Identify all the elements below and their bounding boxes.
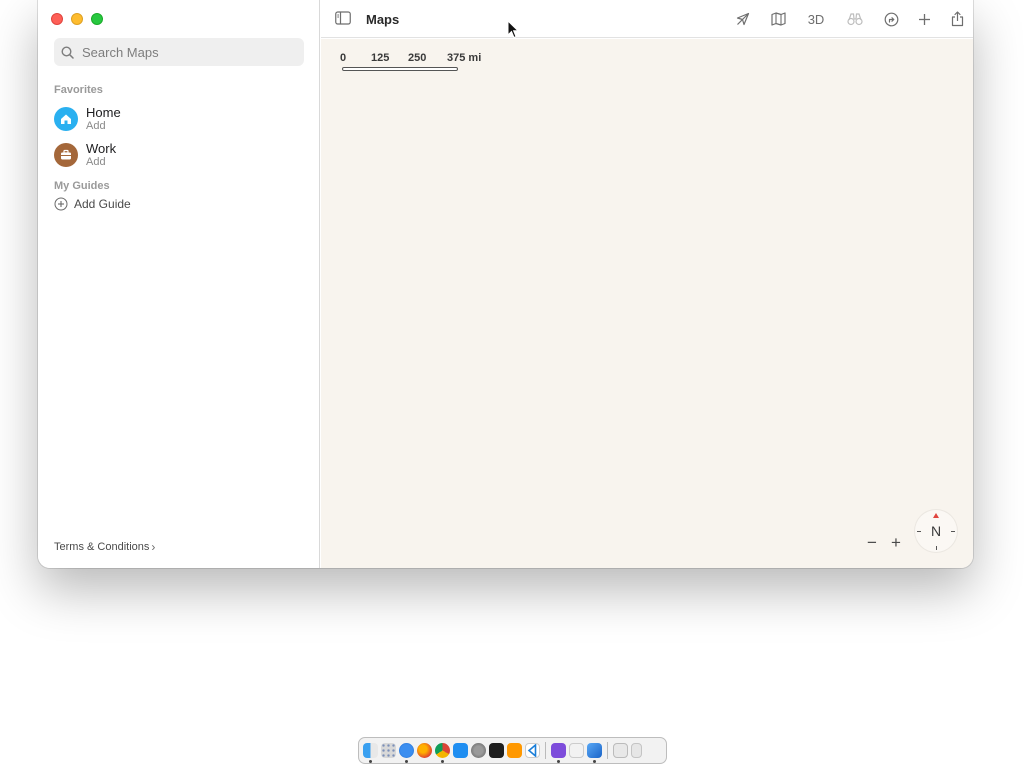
map-canvas[interactable]: 0 125 250 375 mi − + N bbox=[321, 39, 973, 568]
favorite-work-subtitle: Add bbox=[86, 156, 106, 168]
chrome-icon[interactable] bbox=[435, 743, 450, 763]
notes-icon[interactable] bbox=[569, 743, 584, 758]
app-title: Maps bbox=[366, 12, 400, 27]
directions-icon bbox=[884, 12, 898, 26]
zoom-window-button[interactable] bbox=[91, 13, 103, 25]
firefox-icon[interactable] bbox=[417, 743, 432, 758]
scale-label-0: 0 bbox=[340, 52, 347, 64]
search-input[interactable] bbox=[80, 43, 290, 61]
3d-toggle[interactable]: 3D bbox=[802, 9, 830, 29]
scale-label-2: 250 bbox=[408, 52, 427, 64]
main-area: Maps 3D 0 125 250 375 mi − + N bbox=[321, 0, 973, 568]
terms-link[interactable]: Terms & Conditions › bbox=[54, 540, 155, 554]
dock bbox=[358, 737, 667, 764]
zoom-in-button[interactable]: + bbox=[887, 533, 905, 552]
directions-button[interactable] bbox=[881, 9, 901, 29]
favorite-work[interactable]: Work Add bbox=[54, 140, 116, 170]
app-store-icon[interactable] bbox=[453, 743, 468, 758]
scale-label-1: 125 bbox=[371, 52, 390, 64]
compass[interactable]: N bbox=[915, 510, 957, 552]
dock-separator bbox=[545, 742, 546, 759]
trash-icon[interactable] bbox=[631, 743, 642, 758]
share-button[interactable] bbox=[947, 9, 967, 29]
add-icon bbox=[918, 13, 930, 25]
location-button[interactable] bbox=[733, 9, 753, 29]
my-guides-header: My Guides bbox=[54, 180, 110, 192]
chevron-right-icon: › bbox=[151, 540, 156, 554]
unknown-app-purple-icon[interactable] bbox=[551, 743, 566, 763]
scale-label-3: 375 mi bbox=[447, 52, 482, 64]
map-mode-button[interactable] bbox=[768, 9, 788, 29]
add-guide-label: Add Guide bbox=[74, 197, 131, 211]
mouse-pointer-icon bbox=[507, 20, 519, 39]
maps-window: Favorites Home Add bbox=[38, 0, 973, 568]
minimize-window-button[interactable] bbox=[71, 13, 83, 25]
dock-separator bbox=[607, 742, 608, 759]
finder-icon[interactable] bbox=[363, 743, 378, 763]
search-field[interactable] bbox=[54, 38, 304, 66]
compass-tick-south bbox=[936, 546, 937, 550]
add-guide-button[interactable]: Add Guide bbox=[54, 197, 131, 211]
launchpad-icon[interactable] bbox=[381, 743, 396, 758]
favorite-home-subtitle: Add bbox=[86, 120, 106, 132]
compass-tick-west bbox=[917, 531, 921, 532]
traffic-lights bbox=[51, 13, 103, 25]
scale-bar: 0 125 250 375 mi bbox=[340, 52, 500, 71]
toolbar: Maps 3D bbox=[321, 0, 973, 38]
scale-bar-line bbox=[342, 67, 458, 71]
add-button[interactable] bbox=[914, 9, 934, 29]
sidebar: Favorites Home Add bbox=[38, 0, 320, 568]
preview-icon[interactable] bbox=[613, 743, 628, 758]
xcode-icon[interactable] bbox=[587, 743, 602, 763]
favorite-work-title: Work bbox=[86, 141, 117, 156]
sublime-text-icon[interactable] bbox=[507, 743, 522, 758]
house-icon bbox=[54, 107, 78, 131]
zoom-controls: − + bbox=[863, 533, 905, 552]
look-around-button[interactable] bbox=[845, 9, 865, 29]
terms-label: Terms & Conditions bbox=[54, 541, 150, 553]
sidebar-toggle-button[interactable] bbox=[335, 11, 351, 30]
favorite-home-title: Home bbox=[86, 105, 121, 120]
sidebar-icon bbox=[335, 11, 351, 25]
close-window-button[interactable] bbox=[51, 13, 63, 25]
favorites-header: Favorites bbox=[54, 84, 103, 96]
briefcase-icon bbox=[54, 143, 78, 167]
search-icon bbox=[61, 45, 74, 59]
share-icon bbox=[951, 11, 963, 27]
favorite-home[interactable]: Home Add bbox=[54, 104, 121, 134]
vscode-icon[interactable] bbox=[525, 743, 540, 758]
safari-icon[interactable] bbox=[399, 743, 414, 763]
binoculars-icon bbox=[847, 13, 863, 26]
zoom-out-button[interactable]: − bbox=[863, 533, 881, 552]
plus-circle-icon bbox=[54, 197, 68, 211]
location-arrow-icon bbox=[736, 12, 750, 26]
map-icon bbox=[770, 12, 786, 26]
compass-tick-east bbox=[951, 531, 955, 532]
compass-north-marker bbox=[933, 513, 939, 518]
system-settings-icon[interactable] bbox=[471, 743, 486, 758]
terminal-icon[interactable] bbox=[489, 743, 504, 758]
